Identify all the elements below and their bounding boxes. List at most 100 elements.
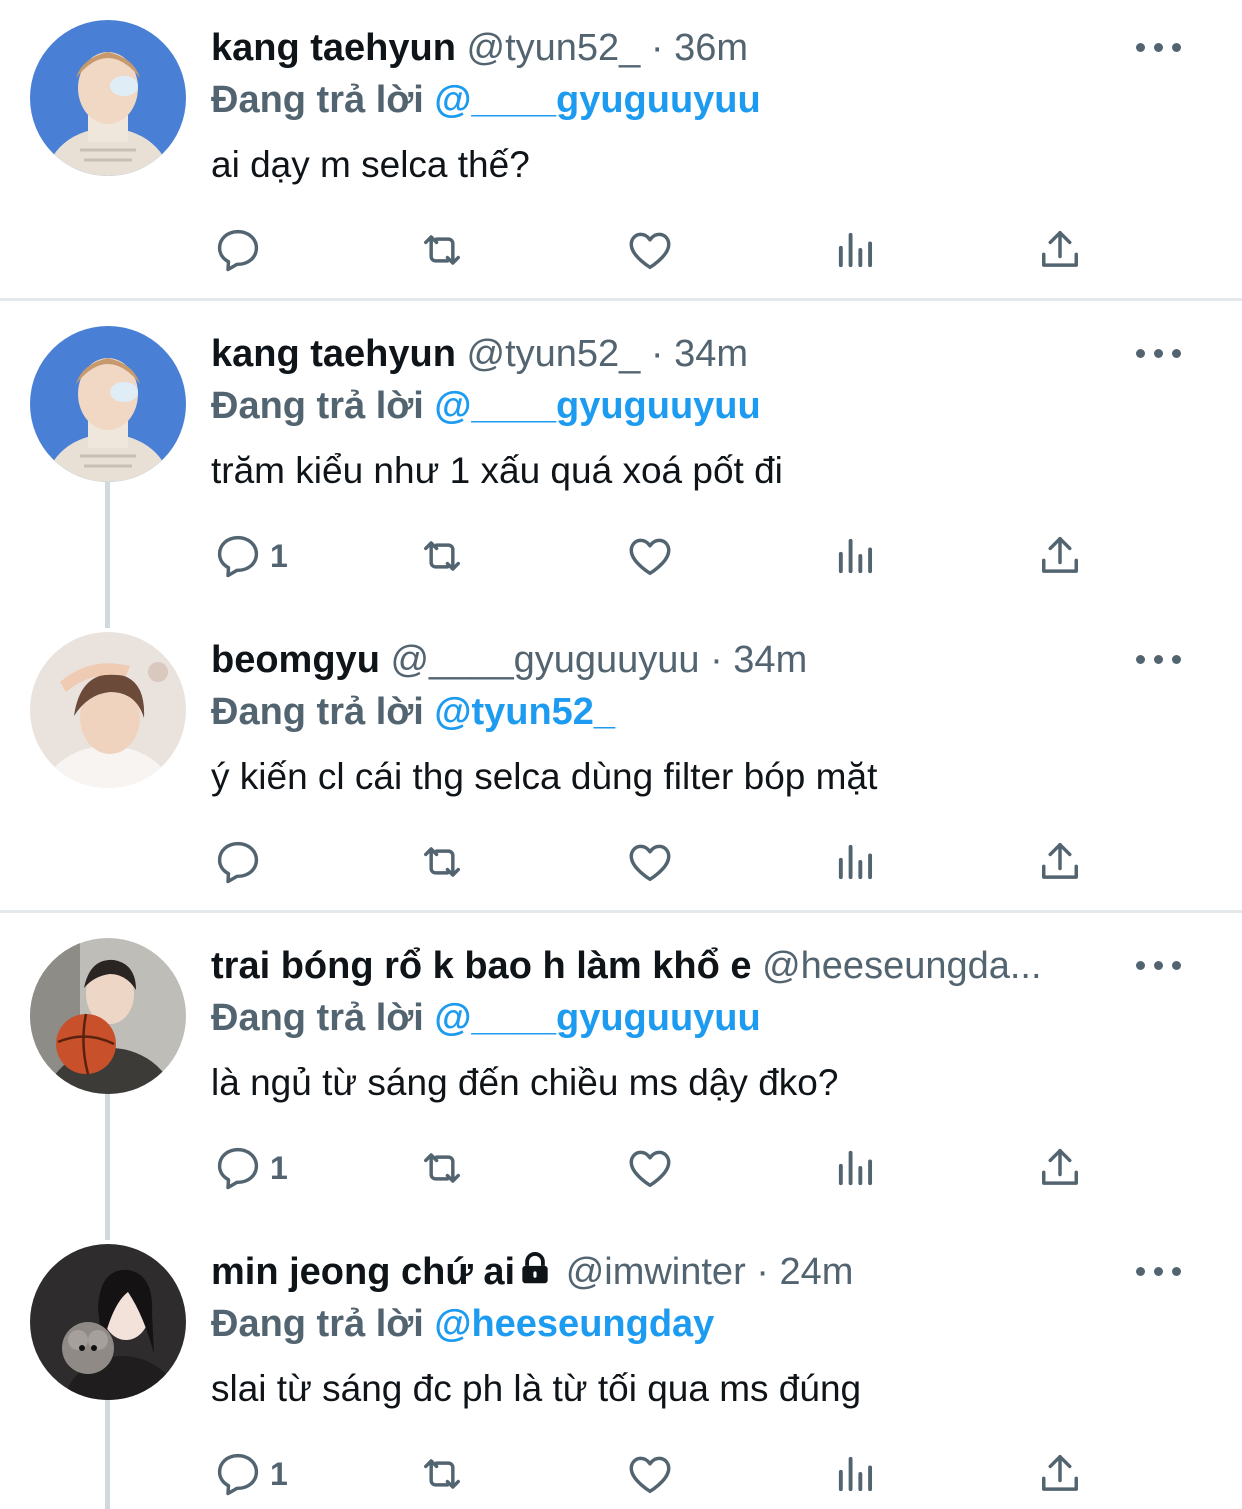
retweet-button[interactable] xyxy=(416,528,468,584)
reply-button[interactable] xyxy=(212,834,270,890)
reply-button[interactable]: 1 xyxy=(212,1446,288,1502)
mention-link[interactable]: @____gyuguuyuu xyxy=(434,385,760,427)
replying-label: Đang trả lời xyxy=(211,997,424,1039)
share-icon xyxy=(1042,842,1078,879)
tweet-header: kang taehyun @tyun52_ · 36m xyxy=(211,23,1112,73)
like-button[interactable] xyxy=(624,222,676,278)
reply-icon xyxy=(217,229,259,272)
replying-to: Đang trả lời @heeseungday xyxy=(211,1299,714,1349)
timestamp[interactable]: 24m xyxy=(780,1251,854,1293)
reply-icon xyxy=(217,1453,259,1496)
mention-link[interactable]: @____gyuguuyuu xyxy=(434,79,760,121)
mention-link[interactable]: @____gyuguuyuu xyxy=(434,997,760,1039)
like-icon xyxy=(629,538,671,576)
timestamp[interactable]: 34m xyxy=(674,333,748,375)
like-button[interactable] xyxy=(624,1446,676,1502)
more-icon[interactable] xyxy=(1134,953,1184,977)
replying-label: Đang trả lời xyxy=(211,79,424,121)
tweet[interactable]: kang taehyun @tyun52_ · 34m Đang trả lời… xyxy=(0,306,1242,606)
views-icon xyxy=(838,538,873,574)
mention-link[interactable]: @tyun52_ xyxy=(434,691,615,733)
share-icon xyxy=(1042,1454,1078,1491)
retweet-button[interactable] xyxy=(416,1446,468,1502)
like-button[interactable] xyxy=(624,528,676,584)
views-icon xyxy=(838,844,873,880)
user-handle[interactable]: @imwinter xyxy=(566,1251,746,1293)
user-handle[interactable]: @heeseungda... xyxy=(762,945,1041,987)
views-icon xyxy=(838,1456,873,1492)
avatar[interactable] xyxy=(30,20,186,176)
more-icon[interactable] xyxy=(1134,1259,1184,1283)
share-button[interactable] xyxy=(1034,528,1086,584)
mention-link[interactable]: @heeseungday xyxy=(434,1303,714,1345)
retweet-button[interactable] xyxy=(416,834,468,890)
reply-count: 1 xyxy=(270,1149,288,1186)
reply-button[interactable] xyxy=(212,222,270,278)
tweet[interactable]: trai bóng rổ k bao h làm khổ e @heeseung… xyxy=(0,918,1242,1218)
like-button[interactable] xyxy=(624,1140,676,1196)
user-handle[interactable]: @____gyuguuyuu xyxy=(390,639,699,681)
replying-label: Đang trả lời xyxy=(211,691,424,733)
display-name[interactable]: kang taehyun xyxy=(211,333,456,375)
reply-count: 1 xyxy=(270,537,288,574)
views-button[interactable] xyxy=(830,528,882,584)
reply-button[interactable]: 1 xyxy=(212,1140,288,1196)
tweet[interactable]: kang taehyun @tyun52_ · 36m Đang trả lời… xyxy=(0,0,1242,298)
tweet-divider xyxy=(0,910,1242,913)
views-button[interactable] xyxy=(830,1446,882,1502)
tweet-divider xyxy=(0,298,1242,301)
tweet-header: min jeong chứ ai @imwinter · 24m xyxy=(211,1247,1112,1297)
share-button[interactable] xyxy=(1034,1446,1086,1502)
reply-count: 1 xyxy=(270,1455,288,1492)
reply-button[interactable]: 1 xyxy=(212,528,288,584)
retweet-button[interactable] xyxy=(416,1140,468,1196)
timestamp[interactable]: 34m xyxy=(733,639,807,681)
retweet-icon xyxy=(424,847,460,877)
like-icon xyxy=(629,844,671,882)
share-button[interactable] xyxy=(1034,1140,1086,1196)
tweet-text: slai từ sáng đc ph là từ tối qua ms đúng xyxy=(211,1368,862,1409)
reply-icon xyxy=(217,535,259,578)
avatar[interactable] xyxy=(30,938,186,1094)
share-icon xyxy=(1042,230,1078,267)
avatar[interactable] xyxy=(30,1244,186,1400)
separator-dot: · xyxy=(756,1251,769,1293)
user-handle[interactable]: @tyun52_ xyxy=(467,27,641,69)
tweet-header: beomgyu @____gyuguuyuu · 34m xyxy=(211,635,1112,685)
tweet-text: ai dạy m selca thế? xyxy=(211,144,530,185)
separator-dot: · xyxy=(650,27,664,69)
separator-dot: · xyxy=(710,639,723,681)
display-name[interactable]: min jeong chứ ai xyxy=(211,1251,515,1293)
tweet-header: kang taehyun @tyun52_ · 34m xyxy=(211,329,1112,379)
share-button[interactable] xyxy=(1034,222,1086,278)
more-icon[interactable] xyxy=(1134,35,1184,59)
retweet-icon xyxy=(424,1459,460,1489)
reply-icon xyxy=(217,1147,259,1190)
views-button[interactable] xyxy=(830,834,882,890)
tweet-header: trai bóng rổ k bao h làm khổ e @heeseung… xyxy=(211,941,1112,991)
display-name[interactable]: kang taehyun xyxy=(211,27,456,69)
like-icon xyxy=(629,232,671,270)
views-icon xyxy=(838,1150,873,1186)
replying-to: Đang trả lời @____gyuguuyuu xyxy=(211,75,761,125)
avatar[interactable] xyxy=(30,326,186,482)
replying-to: Đang trả lời @____gyuguuyuu xyxy=(211,993,761,1043)
views-button[interactable] xyxy=(830,222,882,278)
avatar[interactable] xyxy=(30,632,186,788)
like-button[interactable] xyxy=(624,834,676,890)
user-handle[interactable]: @tyun52_ xyxy=(467,333,641,375)
more-icon[interactable] xyxy=(1134,647,1184,671)
tweet-actions: 1 xyxy=(200,528,1100,588)
tweet[interactable]: min jeong chứ ai @imwinter · 24m Đang tr… xyxy=(0,1224,1242,1509)
retweet-icon xyxy=(424,235,460,265)
tweet[interactable]: beomgyu @____gyuguuyuu · 34m Đang trả lờ… xyxy=(0,612,1242,910)
views-button[interactable] xyxy=(830,1140,882,1196)
timestamp[interactable]: 36m xyxy=(674,27,748,69)
more-icon[interactable] xyxy=(1134,341,1184,365)
display-name[interactable]: trai bóng rổ k bao h làm khổ e xyxy=(211,945,752,987)
tweet-actions xyxy=(200,222,1100,282)
display-name[interactable]: beomgyu xyxy=(211,639,380,681)
share-button[interactable] xyxy=(1034,834,1086,890)
retweet-button[interactable] xyxy=(416,222,468,278)
replying-to: Đang trả lời @____gyuguuyuu xyxy=(211,381,761,431)
